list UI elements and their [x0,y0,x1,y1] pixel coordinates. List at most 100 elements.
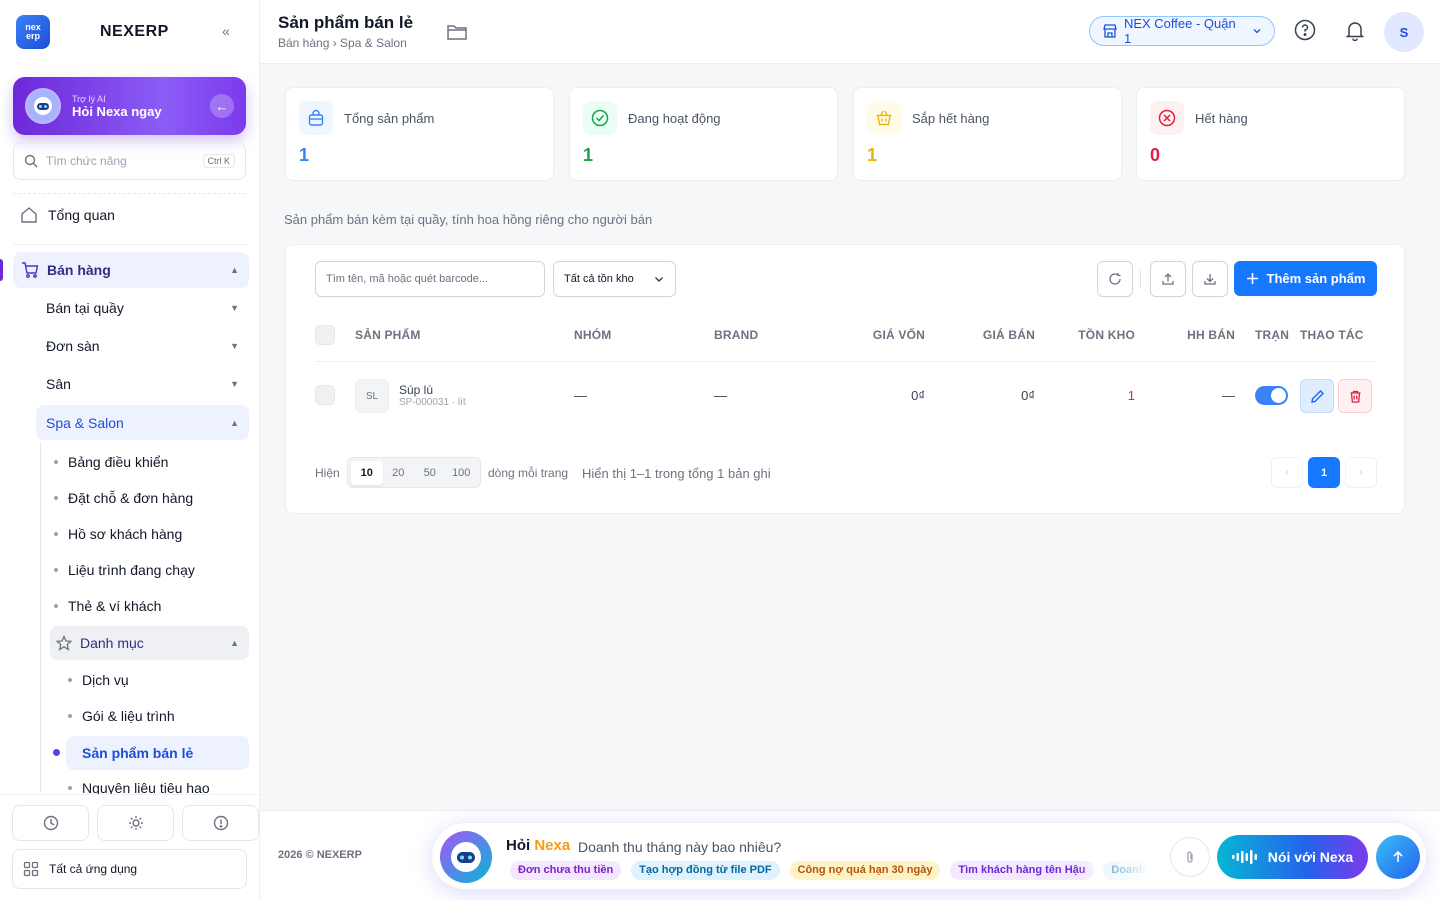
sidebar-item-spa-salon[interactable]: Spa & Salon ▲ [36,405,249,440]
prev-page-button[interactable]: ‹ [1271,457,1303,488]
toolbar-divider [1140,269,1141,289]
product-name[interactable]: Súp lú [399,383,433,397]
paperclip-icon [1187,851,1193,863]
star-icon [56,635,72,651]
bell-icon[interactable] [1344,19,1366,41]
upload-button[interactable] [1150,261,1186,297]
ai-assistant-card[interactable]: Trợ lý AI Hỏi Nexa ngay ← [13,77,246,135]
product-group: — [574,388,587,403]
topbar: Sản phẩm bán lẻ Bán hàng › Spa & Salon N… [260,0,1440,64]
sidebar-item-label: Hồ sơ khách hàng [68,526,183,542]
breadcrumb[interactable]: Bán hàng › Spa & Salon [278,36,407,50]
chevron-up-icon: ▲ [230,265,239,275]
add-product-button[interactable]: Thêm sản phẩm [1234,261,1377,296]
suggestion-chip[interactable]: Doanh thu [1103,861,1150,880]
history-button[interactable] [12,805,89,841]
chevron-down-icon: ▼ [230,379,239,389]
suggestion-chip[interactable]: Công nợ quá hạn 30 ngày [789,861,941,880]
sidebar-item-cards-wallets[interactable]: Thẻ & ví khách [0,594,259,618]
product-thumbnail: SL [355,379,389,413]
bullet [54,496,58,500]
all-apps-button[interactable]: Tất cả ứng dụng [12,849,247,889]
sidebar-item-sales[interactable]: Bán hàng ▲ [13,252,249,288]
sidebar-item-customer-profiles[interactable]: Hồ sơ khách hàng [0,522,259,546]
bullet [68,786,72,790]
ai-card-subtitle: Trợ lý AI [72,93,106,104]
next-page-button[interactable]: › [1345,457,1377,488]
edit-button[interactable] [1300,379,1334,413]
stat-value: 1 [299,145,310,165]
column-header-group[interactable]: NHÓM [574,328,611,342]
collapse-sidebar-icon[interactable]: « [222,22,230,40]
sidebar-item-catalog[interactable]: Danh mục ▲ [50,626,249,660]
store-selector[interactable]: NEX Coffee - Quận 1 [1089,16,1275,46]
suggestion-chip[interactable]: Tạo hợp đồng từ file PDF [631,861,780,880]
pagination-summary: Hiển thị 1–1 trong tổng 1 bản ghi [582,466,771,481]
brand[interactable]: nex erp NEXERP [16,15,256,49]
chevron-up-icon: ▲ [230,638,239,648]
header-divider [315,361,1376,362]
sidebar-item-packages[interactable]: Gói & liệu trình [0,704,259,728]
sidebar-item-label: Thẻ & ví khách [68,598,162,614]
bullet [54,568,58,572]
column-header-product[interactable]: SẢN PHẨM [355,328,421,342]
sidebar-item-dashboard[interactable]: Bảng điều khiển [0,450,259,474]
sidebar-item-services[interactable]: Dịch vụ [0,668,259,692]
chevron-up-icon: ▲ [230,417,239,428]
column-header-brand[interactable]: BRAND [714,328,758,342]
page-size-20[interactable]: 20 [383,461,415,485]
select-all-checkbox[interactable] [315,325,335,345]
folder-icon[interactable] [446,22,468,42]
row-checkbox[interactable] [315,385,335,405]
sidebar-item-retail-products[interactable]: Sản phẩm bán lẻ [66,736,249,770]
function-search-placeholder: Tìm chức năng [46,154,127,168]
grid-icon [23,861,39,877]
attach-button[interactable] [1170,837,1210,877]
suggestion-chip[interactable]: Tìm khách hàng tên Hậu [950,861,1094,880]
help-icon[interactable] [1294,19,1316,41]
status-toggle[interactable] [1255,386,1288,405]
column-header-stock[interactable]: TỒN KHO [1055,328,1135,342]
delete-button[interactable] [1338,379,1372,413]
theme-button[interactable] [97,805,174,841]
chevron-down-icon [655,277,663,282]
add-product-label: Thêm sản phẩm [1266,271,1366,286]
stock-filter-select[interactable]: Tất cả tồn kho [553,261,676,297]
nexa-title-name: Nexa [534,837,571,854]
page-size-100[interactable]: 100 [446,461,478,485]
user-avatar[interactable]: S [1384,12,1424,52]
download-button[interactable] [1192,261,1228,297]
column-header-price[interactable]: GIÁ BÁN [955,328,1035,342]
nexa-question[interactable]: Doanh thu tháng này bao nhiêu? [578,839,781,855]
page-size-10[interactable]: 10 [351,460,383,485]
column-header-commission[interactable]: HH BÁN [1155,328,1235,342]
suggestion-chip[interactable]: Đơn chưa thu tiền [510,861,622,880]
ai-card-title: Hỏi Nexa ngay [72,103,162,119]
home-icon [21,207,37,223]
page-size-label: Hiện [315,466,340,480]
sidebar-item-court[interactable]: Sân ▼ [0,372,259,396]
column-header-status[interactable]: TRẠNG [1255,328,1289,342]
sidebar-item-running-treatments[interactable]: Liệu trình đang chạy [0,558,259,582]
column-header-cost[interactable]: GIÁ VỐN [845,328,925,342]
sidebar-item-label: Bảng điều khiển [68,454,169,470]
talk-to-nexa-button[interactable]: Nói với Nexa [1217,835,1368,879]
function-search[interactable]: Tìm chức năng Ctrl K [13,142,246,180]
search-icon [24,154,38,168]
sidebar-item-label: Sân [46,376,71,392]
report-issue-button[interactable] [182,805,259,841]
stat-label: Tổng sản phẩm [344,111,435,126]
stat-label: Hết hàng [1195,111,1248,126]
send-button[interactable] [1376,835,1420,879]
page-size-50[interactable]: 50 [414,461,446,485]
refresh-button[interactable] [1097,261,1133,297]
page-button-current[interactable]: 1 [1308,457,1340,488]
product-search-input[interactable] [315,261,545,297]
upload-icon [1162,273,1174,285]
plus-icon [1246,273,1258,284]
sidebar-item-marketplace-orders[interactable]: Đơn sàn ▼ [0,334,259,358]
arrow-left-icon[interactable]: ← [210,94,234,118]
sidebar-item-overview[interactable]: Tổng quan [0,201,259,229]
sidebar-item-counter-sales[interactable]: Bán tại quầy ▼ [0,296,259,320]
sidebar-item-bookings[interactable]: Đặt chỗ & đơn hàng [0,486,259,510]
